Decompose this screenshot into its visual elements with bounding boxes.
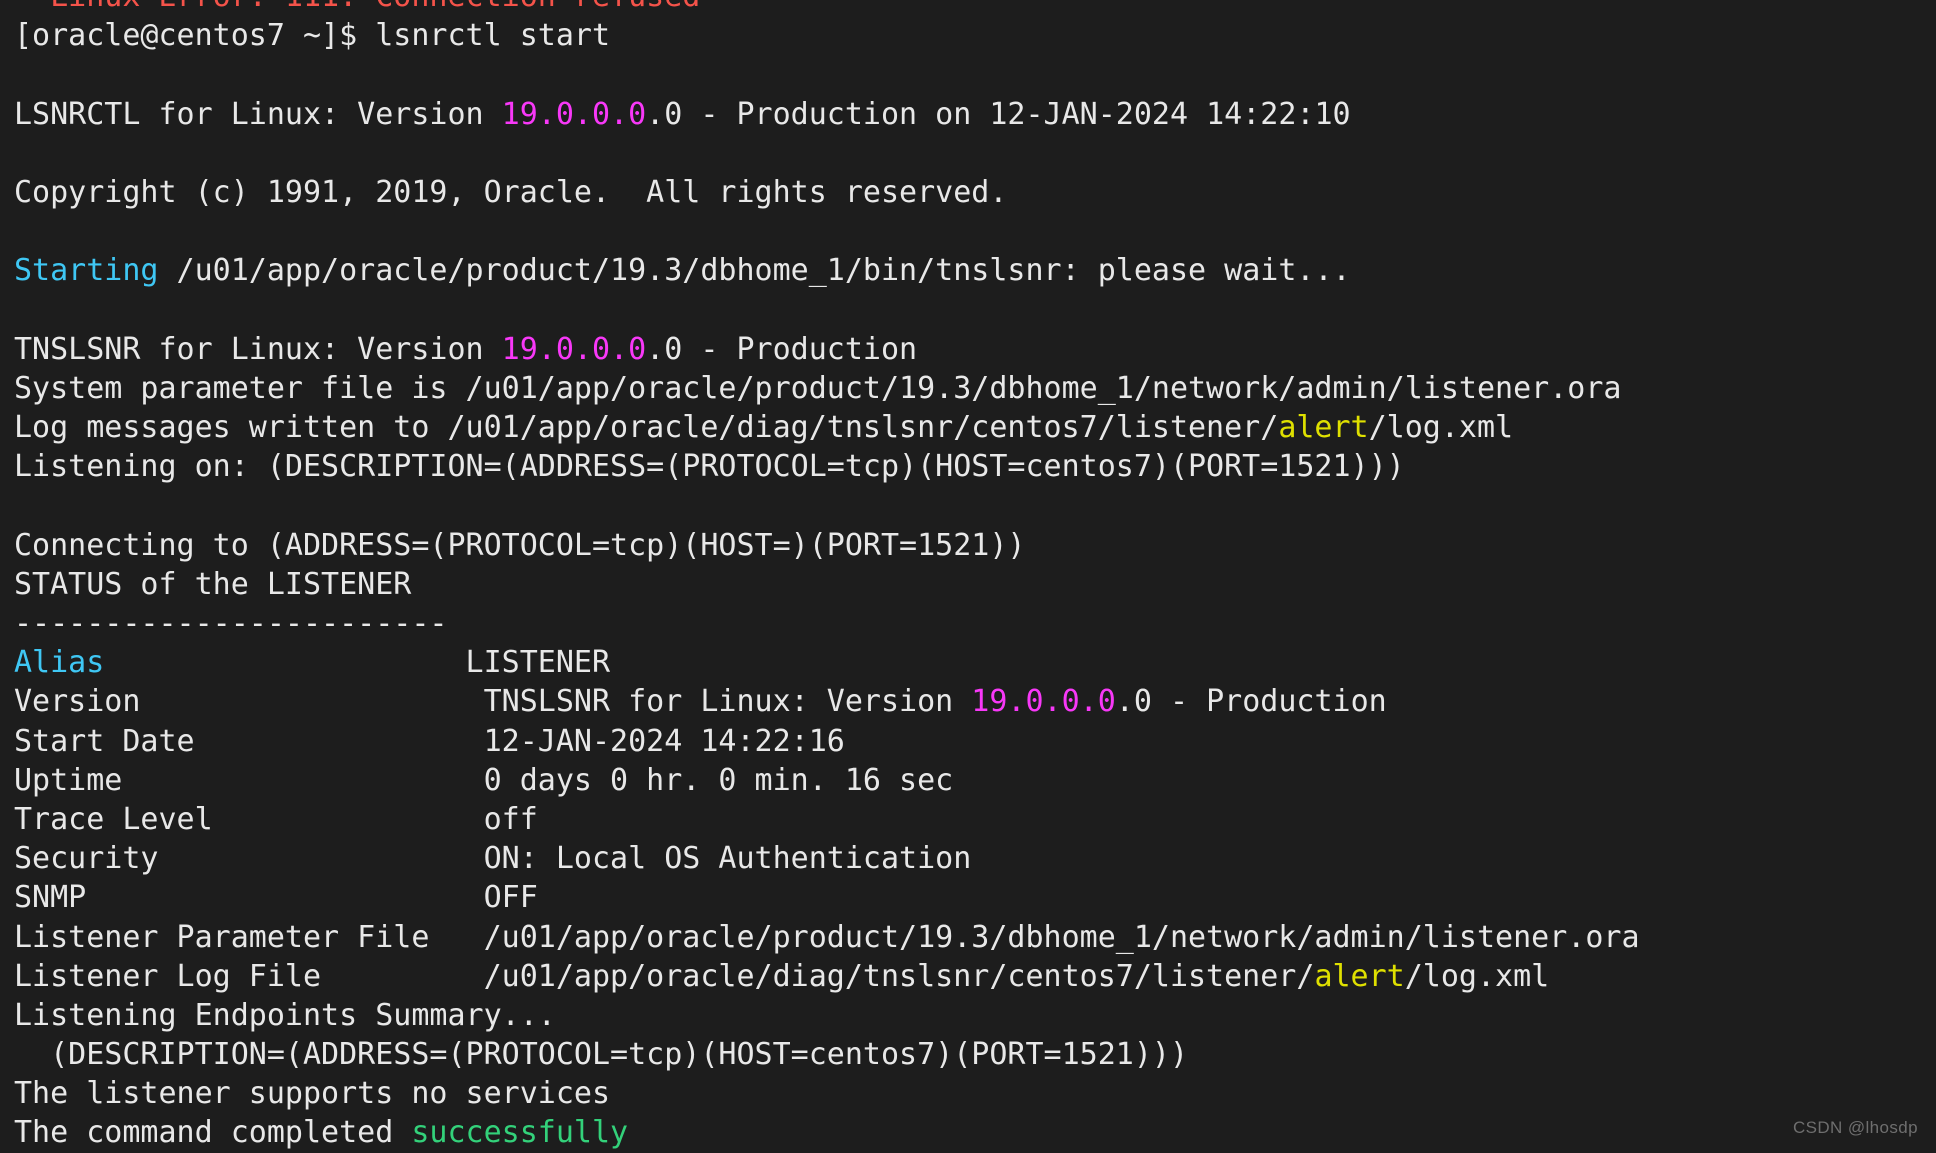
- line-starting-tnslsnr-seg-1: /u01/app/oracle/product/19.3/dbhome_1/bi…: [159, 253, 1351, 288]
- line-version-seg-2: .0 - Production: [1116, 684, 1387, 719]
- line-connecting-to: Connecting to (ADDRESS=(PROTOCOL=tcp)(HO…: [14, 526, 1936, 565]
- csdn-watermark: CSDN @lhosdp: [1793, 1118, 1918, 1138]
- line-trace-level: Trace Level off: [14, 800, 1936, 839]
- line-command-completed: The command completed successfully: [14, 1113, 1936, 1152]
- line-separator-seg-0: ------------------------: [14, 606, 447, 641]
- line-start-date-seg-0: Start Date 12-JAN-2024 14:22:16: [14, 724, 845, 759]
- line-log-messages-seg-2: /log.xml: [1369, 410, 1514, 445]
- line-lsnrctl-version: LSNRCTL for Linux: Version 19.0.0.0.0 - …: [14, 95, 1936, 134]
- line-blank-2: [14, 134, 1936, 173]
- line-command-completed-seg-1: successfully: [411, 1115, 628, 1150]
- line-listener-log-file-seg-1: alert: [1314, 959, 1404, 994]
- line-lsnrctl-version-seg-0: LSNRCTL for Linux: Version: [14, 97, 502, 132]
- line-blank-5: [14, 486, 1936, 525]
- line-start-date: Start Date 12-JAN-2024 14:22:16: [14, 722, 1936, 761]
- line-blank-1: [14, 55, 1936, 94]
- line-version-seg-1: 19.0.0.0: [971, 684, 1116, 719]
- line-system-parameter-file-seg-0: System parameter file is /u01/app/oracle…: [14, 371, 1621, 406]
- line-security: Security ON: Local OS Authentication: [14, 839, 1936, 878]
- line-0-clipped-error-seg-0: Linux Error: 111: Connection refused: [14, 0, 700, 14]
- line-connecting-to-seg-0: Connecting to (ADDRESS=(PROTOCOL=tcp)(HO…: [14, 528, 1025, 563]
- line-separator: ------------------------: [14, 604, 1936, 643]
- line-alias-seg-0: Alias: [14, 645, 104, 680]
- line-0-clipped-error: Linux Error: 111: Connection refused: [14, 0, 1936, 16]
- line-alias: Alias LISTENER: [14, 643, 1936, 682]
- line-listener-parameter-file: Listener Parameter File /u01/app/oracle/…: [14, 918, 1936, 957]
- line-blank-4: [14, 291, 1936, 330]
- line-copyright: Copyright (c) 1991, 2019, Oracle. All ri…: [14, 173, 1936, 212]
- line-uptime: Uptime 0 days 0 hr. 0 min. 16 sec: [14, 761, 1936, 800]
- line-copyright-seg-0: Copyright (c) 1991, 2019, Oracle. All ri…: [14, 175, 1007, 210]
- line-snmp-seg-0: SNMP OFF: [14, 880, 538, 915]
- line-prompt-command-seg-0: [oracle@centos7 ~]$ lsnrctl start: [14, 18, 610, 53]
- line-listener-parameter-file-seg-0: Listener Parameter File /u01/app/oracle/…: [14, 920, 1640, 955]
- line-listening-endpoints-summary-seg-0: Listening Endpoints Summary...: [14, 998, 556, 1033]
- line-log-messages-seg-1: alert: [1278, 410, 1368, 445]
- line-security-seg-0: Security ON: Local OS Authentication: [14, 841, 971, 876]
- line-log-messages-seg-0: Log messages written to /u01/app/oracle/…: [14, 410, 1278, 445]
- line-alias-seg-1: LISTENER: [104, 645, 610, 680]
- line-listener-log-file-seg-0: Listener Log File /u01/app/oracle/diag/t…: [14, 959, 1314, 994]
- terminal-window[interactable]: Linux Error: 111: Connection refused [ora…: [0, 0, 1936, 1146]
- line-endpoint-description: (DESCRIPTION=(ADDRESS=(PROTOCOL=tcp)(HOS…: [14, 1035, 1936, 1074]
- line-listening-endpoints-summary: Listening Endpoints Summary...: [14, 996, 1936, 1035]
- line-system-parameter-file: System parameter file is /u01/app/oracle…: [14, 369, 1936, 408]
- line-tnslsnr-version: TNSLSNR for Linux: Version 19.0.0.0.0 - …: [14, 330, 1936, 369]
- line-no-services-seg-0: The listener supports no services: [14, 1076, 610, 1111]
- line-lsnrctl-version-seg-1: 19.0.0.0: [502, 97, 647, 132]
- line-prompt-command: [oracle@centos7 ~]$ lsnrctl start: [14, 16, 1936, 55]
- line-tnslsnr-version-seg-0: TNSLSNR for Linux: Version: [14, 332, 502, 367]
- terminal-output[interactable]: Linux Error: 111: Connection refused [ora…: [14, 0, 1936, 1153]
- line-lsnrctl-version-seg-2: .0 - Production on 12-JAN-2024 14:22:10: [646, 97, 1350, 132]
- line-command-completed-seg-0: The command completed: [14, 1115, 411, 1150]
- line-starting-tnslsnr-seg-0: Starting: [14, 253, 159, 288]
- line-listening-on-seg-0: Listening on: (DESCRIPTION=(ADDRESS=(PRO…: [14, 449, 1405, 484]
- line-version-seg-0: Version TNSLSNR for Linux: Version: [14, 684, 971, 719]
- line-tnslsnr-version-seg-1: 19.0.0.0: [502, 332, 647, 367]
- line-status-of-listener: STATUS of the LISTENER: [14, 565, 1936, 604]
- line-no-services: The listener supports no services: [14, 1074, 1936, 1113]
- line-log-messages: Log messages written to /u01/app/oracle/…: [14, 408, 1936, 447]
- line-status-of-listener-seg-0: STATUS of the LISTENER: [14, 567, 411, 602]
- line-starting-tnslsnr: Starting /u01/app/oracle/product/19.3/db…: [14, 251, 1936, 290]
- line-version: Version TNSLSNR for Linux: Version 19.0.…: [14, 682, 1936, 721]
- line-endpoint-description-seg-0: (DESCRIPTION=(ADDRESS=(PROTOCOL=tcp)(HOS…: [14, 1037, 1188, 1072]
- line-tnslsnr-version-seg-2: .0 - Production: [646, 332, 917, 367]
- line-listening-on: Listening on: (DESCRIPTION=(ADDRESS=(PRO…: [14, 447, 1936, 486]
- line-listener-log-file: Listener Log File /u01/app/oracle/diag/t…: [14, 957, 1936, 996]
- line-snmp: SNMP OFF: [14, 878, 1936, 917]
- line-trace-level-seg-0: Trace Level off: [14, 802, 538, 837]
- line-uptime-seg-0: Uptime 0 days 0 hr. 0 min. 16 sec: [14, 763, 953, 798]
- line-listener-log-file-seg-2: /log.xml: [1405, 959, 1550, 994]
- line-blank-3: [14, 212, 1936, 251]
